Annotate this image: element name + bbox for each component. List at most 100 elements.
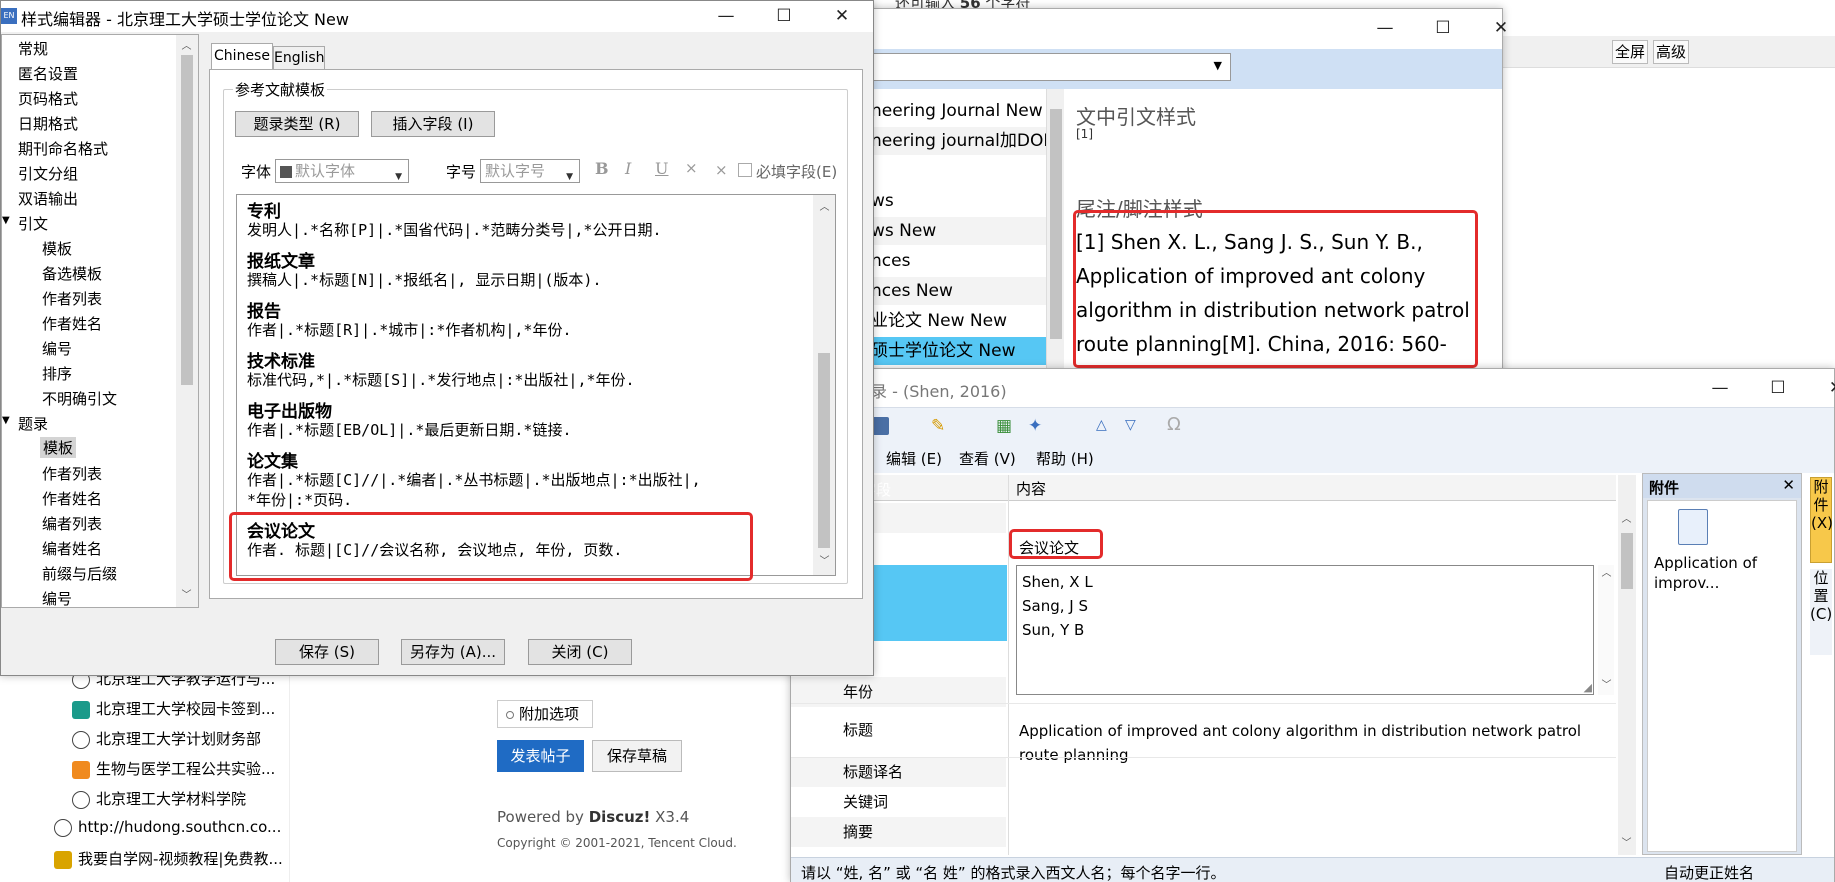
insert-field-button[interactable]: 插入字段 (I) bbox=[371, 111, 495, 137]
list-scrollbar[interactable] bbox=[1046, 89, 1064, 379]
tree-item[interactable]: 常规 bbox=[18, 38, 48, 59]
chevron-up-icon[interactable]: ︿ bbox=[1598, 565, 1615, 582]
tree-item[interactable]: 引文 bbox=[18, 213, 48, 234]
close-icon[interactable]: ✕ bbox=[1472, 13, 1530, 45]
authors-field[interactable]: Shen, X L Sang, J S Sun, Y B ◢ bbox=[1016, 565, 1594, 695]
tree-item[interactable]: 模板 bbox=[42, 238, 72, 259]
resize-grip-icon[interactable]: ◢ bbox=[1584, 681, 1592, 694]
side-tab-location[interactable]: 位置(C) bbox=[1810, 569, 1832, 655]
close-icon[interactable]: ✕ bbox=[1782, 476, 1795, 494]
required-checkbox[interactable] bbox=[738, 163, 752, 177]
minimize-icon[interactable]: — bbox=[1356, 13, 1414, 45]
side-tab-attachments[interactable]: 附件(X) bbox=[1810, 477, 1833, 563]
chevron-up-icon[interactable]: ︿ bbox=[816, 199, 833, 216]
list-item[interactable]: ws New bbox=[871, 217, 1046, 245]
italic-button[interactable]: I bbox=[625, 159, 631, 178]
font-select[interactable]: 默认字体 ▼ bbox=[275, 159, 409, 183]
maximize-icon[interactable]: ☐ bbox=[1749, 373, 1807, 405]
tree-item-selected[interactable]: 模板 bbox=[40, 437, 77, 458]
list-item[interactable]: 业论文 New New bbox=[871, 307, 1046, 335]
save-button[interactable]: 保存 (S) bbox=[275, 639, 379, 665]
menu-edit[interactable]: 编辑 (E) bbox=[886, 448, 942, 469]
tree-scrollbar[interactable]: ︿ ﹀ bbox=[176, 35, 198, 607]
scroll-thumb[interactable] bbox=[181, 55, 193, 385]
omega-icon[interactable]: Ω bbox=[1167, 414, 1181, 435]
grid-icon[interactable]: ▦ bbox=[996, 416, 1012, 436]
tree-item[interactable]: 编号 bbox=[42, 338, 72, 359]
tab-english[interactable]: English bbox=[273, 46, 325, 70]
close-icon[interactable]: ✕ bbox=[813, 1, 871, 33]
maximize-icon[interactable]: ☐ bbox=[1414, 13, 1472, 45]
filter-dropdown[interactable]: ▼ bbox=[846, 53, 1231, 81]
tree-item[interactable]: 作者列表 bbox=[42, 463, 102, 484]
pin-icon[interactable]: ✦ bbox=[1028, 416, 1042, 436]
expand-arrow-icon[interactable]: ▼ bbox=[2, 215, 10, 226]
expand-arrow-icon[interactable]: ▼ bbox=[2, 415, 10, 426]
list-item[interactable]: nces New bbox=[871, 277, 1046, 305]
list-item[interactable]: neering Journal New bbox=[871, 97, 1046, 125]
underline-button[interactable]: U bbox=[655, 159, 668, 178]
chevron-down-icon[interactable]: ﹀ bbox=[178, 587, 195, 604]
scroll-thumb[interactable] bbox=[1621, 533, 1633, 589]
bookmark-item[interactable]: 北京理工大学校园卡签到... bbox=[72, 698, 290, 724]
forum-extra-option[interactable]: 附加选项 bbox=[497, 700, 593, 728]
list-item-selected[interactable]: 硕士学位论文 New bbox=[871, 337, 1046, 365]
tree-item[interactable]: 日期格式 bbox=[18, 113, 78, 134]
grid-scrollbar[interactable]: ︿ ﹀ bbox=[1618, 475, 1636, 855]
tree-item[interactable]: 编号 bbox=[42, 588, 72, 607]
chevron-down-icon[interactable]: ﹀ bbox=[1598, 677, 1615, 694]
tab-chinese[interactable]: Chinese bbox=[211, 43, 273, 70]
title-value[interactable]: Application of improved ant colony algor… bbox=[1019, 719, 1609, 767]
triangle-up-icon[interactable]: △ bbox=[1096, 417, 1107, 433]
scroll-thumb[interactable] bbox=[1050, 109, 1062, 339]
tree-item[interactable]: 编者姓名 bbox=[42, 538, 102, 559]
brush-icon[interactable]: ✎ bbox=[931, 416, 945, 436]
save-draft-button[interactable]: 保存草稿 bbox=[592, 740, 682, 772]
close-icon[interactable]: ✕ bbox=[1807, 373, 1835, 405]
tree-item[interactable]: 题录 bbox=[18, 413, 48, 434]
menu-help[interactable]: 帮助 (H) bbox=[1036, 448, 1094, 469]
menu-view[interactable]: 查看 (V) bbox=[959, 448, 1016, 469]
tree-item[interactable]: 作者姓名 bbox=[42, 488, 102, 509]
tree-item[interactable]: 不明确引文 bbox=[42, 388, 117, 409]
superscript-button[interactable]: × bbox=[685, 159, 698, 177]
chevron-up-icon[interactable]: ︿ bbox=[178, 38, 195, 55]
bookmark-item[interactable]: 我要自学网-视频教程|免费教... bbox=[54, 848, 290, 874]
document-icon[interactable] bbox=[1678, 509, 1708, 545]
post-button[interactable]: 发表帖子 bbox=[497, 740, 584, 772]
minimize-icon[interactable]: — bbox=[697, 1, 755, 33]
bookmark-item[interactable]: 生物与医学工程公共实验... bbox=[72, 758, 290, 784]
attach-label[interactable]: Application of improv... bbox=[1654, 553, 1774, 593]
chevron-down-icon[interactable]: ﹀ bbox=[816, 553, 833, 570]
close-button[interactable]: 关闭 (C) bbox=[528, 639, 632, 665]
size-select[interactable]: 默认字号 ▼ bbox=[480, 159, 580, 183]
subscript-button[interactable]: × bbox=[715, 161, 728, 179]
tree-item[interactable]: 引文分组 bbox=[18, 163, 78, 184]
fullscreen-button[interactable]: 全屏 bbox=[1612, 40, 1648, 64]
bookmark-item[interactable]: http://hudong.southcn.co... bbox=[54, 818, 290, 844]
save-as-button[interactable]: 另存为 (A)... bbox=[401, 639, 505, 665]
tree-item[interactable]: 编者列表 bbox=[42, 513, 102, 534]
list-item[interactable] bbox=[871, 157, 1046, 185]
tree-item[interactable]: 作者姓名 bbox=[42, 313, 102, 334]
editor-scrollbar[interactable]: ︿ ﹀ bbox=[813, 195, 835, 575]
tree-item[interactable]: 排序 bbox=[42, 363, 72, 384]
minimize-icon[interactable]: — bbox=[1691, 373, 1749, 405]
bold-button[interactable]: B bbox=[595, 159, 609, 178]
bookmark-item[interactable]: 北京理工大学材料学院 bbox=[72, 788, 290, 814]
maximize-icon[interactable]: ☐ bbox=[755, 1, 813, 33]
chevron-up-icon[interactable]: ︿ bbox=[1618, 511, 1635, 528]
tree-item[interactable]: 期刊命名格式 bbox=[18, 138, 108, 159]
authors-scrollbar[interactable]: ︿ ﹀ bbox=[1598, 565, 1614, 695]
ref-type-button[interactable]: 题录类型 (R) bbox=[235, 111, 359, 137]
bookmark-item[interactable]: 北京理工大学计划财务部 bbox=[72, 728, 290, 754]
list-item[interactable]: nces bbox=[871, 247, 1046, 275]
tree-item[interactable]: 匿名设置 bbox=[18, 63, 78, 84]
tree-item[interactable]: 备选模板 bbox=[42, 263, 102, 284]
advanced-button[interactable]: 高级 bbox=[1653, 40, 1689, 64]
triangle-down-icon[interactable]: ▽ bbox=[1125, 417, 1136, 433]
list-item[interactable]: ws bbox=[871, 187, 1046, 215]
tree-item[interactable]: 双语输出 bbox=[18, 188, 78, 209]
tree-item[interactable]: 前缀与后缀 bbox=[42, 563, 117, 584]
list-item[interactable]: neering journal加DOI bbox=[871, 127, 1046, 155]
